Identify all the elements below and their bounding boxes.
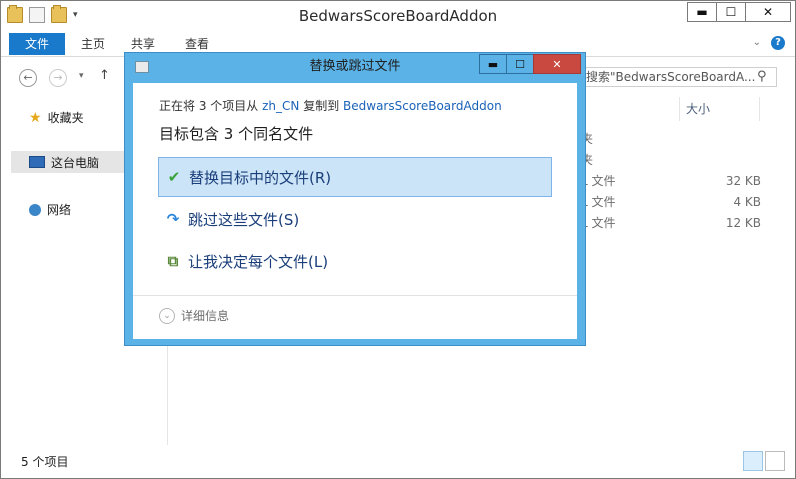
search-icon[interactable]: ⚲ — [757, 69, 767, 84]
column-header-size[interactable]: 大小 — [680, 97, 760, 121]
status-bar: 5 个项目 — [1, 449, 795, 477]
tab-home[interactable]: 主页 — [71, 32, 115, 56]
tab-file[interactable]: 文件 — [9, 33, 65, 55]
option-label: 替换目标中的文件(R) — [189, 168, 332, 187]
copy-mid: 复制到 — [303, 99, 340, 113]
option-label: 跳过这些文件(S) — [188, 210, 300, 229]
item-count: 5 个项目 — [21, 455, 69, 469]
check-icon: ✔ — [167, 168, 181, 186]
item-size: 12 KB — [725, 216, 761, 230]
item-type: L 文件 — [581, 216, 616, 230]
dialog-close-button[interactable]: ✕ — [533, 54, 581, 74]
replace-or-skip-dialog: 替换或跳过文件 ▬ ☐ ✕ 正在将 3 个项目从 zh_CN 复制到 Bedwa… — [124, 52, 586, 346]
more-details-toggle[interactable]: ⌄ 详细信息 — [159, 307, 229, 324]
replace-files-option[interactable]: ✔ 替换目标中的文件(R) — [158, 157, 552, 197]
sidebar-item-favorites[interactable]: ★ 收藏夹 — [29, 109, 84, 126]
skip-arrow-icon: ↷ — [166, 210, 180, 228]
column-header-type[interactable] — [576, 97, 680, 121]
dialog-heading: 目标包含 3 个同名文件 — [159, 125, 314, 143]
computer-icon — [29, 156, 45, 168]
details-view-button[interactable] — [743, 451, 763, 471]
item-size: 32 KB — [725, 174, 761, 188]
window-title: BedwarsScoreBoardAddon — [298, 7, 498, 25]
sidebar-item-label: 这台电脑 — [51, 155, 100, 170]
star-icon: ★ — [29, 109, 42, 126]
minimize-button[interactable]: ▬ — [687, 2, 717, 22]
up-arrow-icon[interactable]: ↑ — [99, 68, 110, 83]
list-item[interactable]: 夹 — [581, 150, 761, 171]
sidebar-item-network[interactable]: 网络 — [29, 201, 71, 218]
close-button[interactable]: ✕ — [745, 2, 791, 22]
dialog-body: 正在将 3 个项目从 zh_CN 复制到 BedwarsScoreBoardAd… — [133, 83, 577, 339]
sidebar-item-label: 网络 — [47, 203, 72, 217]
item-type: L 文件 — [581, 195, 616, 209]
list-item[interactable]: L 文件 32 KB — [581, 171, 761, 192]
list-item[interactable]: 夹 — [581, 129, 761, 150]
list-item[interactable]: L 文件 4 KB — [581, 192, 761, 213]
chevron-down-icon[interactable]: ▾ — [79, 71, 84, 81]
dialog-maximize-button[interactable]: ☐ — [506, 54, 534, 74]
source-folder-link[interactable]: zh_CN — [262, 99, 299, 113]
list-item[interactable]: L 文件 12 KB — [581, 213, 761, 234]
maximize-button[interactable]: ☐ — [716, 2, 746, 22]
option-label: 让我决定每个文件(L) — [188, 252, 329, 271]
copy-info: 正在将 3 个项目从 zh_CN 复制到 BedwarsScoreBoardAd… — [159, 97, 502, 114]
large-icons-view-button[interactable] — [765, 451, 785, 471]
copy-prefix: 正在将 3 个项目从 — [159, 99, 259, 113]
dialog-minimize-button[interactable]: ▬ — [479, 54, 507, 74]
divider — [133, 295, 577, 296]
title-bar: ▾ BedwarsScoreBoardAddon ▬ ☐ ✕ — [1, 1, 795, 31]
back-button[interactable]: ← — [19, 69, 37, 87]
help-icon[interactable]: ? — [771, 36, 785, 50]
compare-files-icon: ⧉ — [167, 252, 179, 270]
item-type: L 文件 — [581, 174, 616, 188]
forward-button[interactable]: → — [49, 69, 67, 87]
item-size: 4 KB — [733, 195, 761, 209]
chevron-down-icon: ⌄ — [159, 307, 175, 324]
network-icon — [29, 203, 41, 216]
decide-each-option[interactable]: ⧉ 让我决定每个文件(L) — [158, 241, 552, 281]
search-input[interactable]: 搜索"BedwarsScoreBoardA... — [579, 67, 777, 87]
skip-files-option[interactable]: ↷ 跳过这些文件(S) — [158, 199, 552, 239]
sidebar-item-label: 收藏夹 — [47, 111, 84, 125]
destination-folder-link[interactable]: BedwarsScoreBoardAddon — [343, 99, 502, 113]
chevron-down-icon[interactable]: ⌄ — [753, 37, 761, 48]
details-label: 详细信息 — [181, 309, 230, 323]
